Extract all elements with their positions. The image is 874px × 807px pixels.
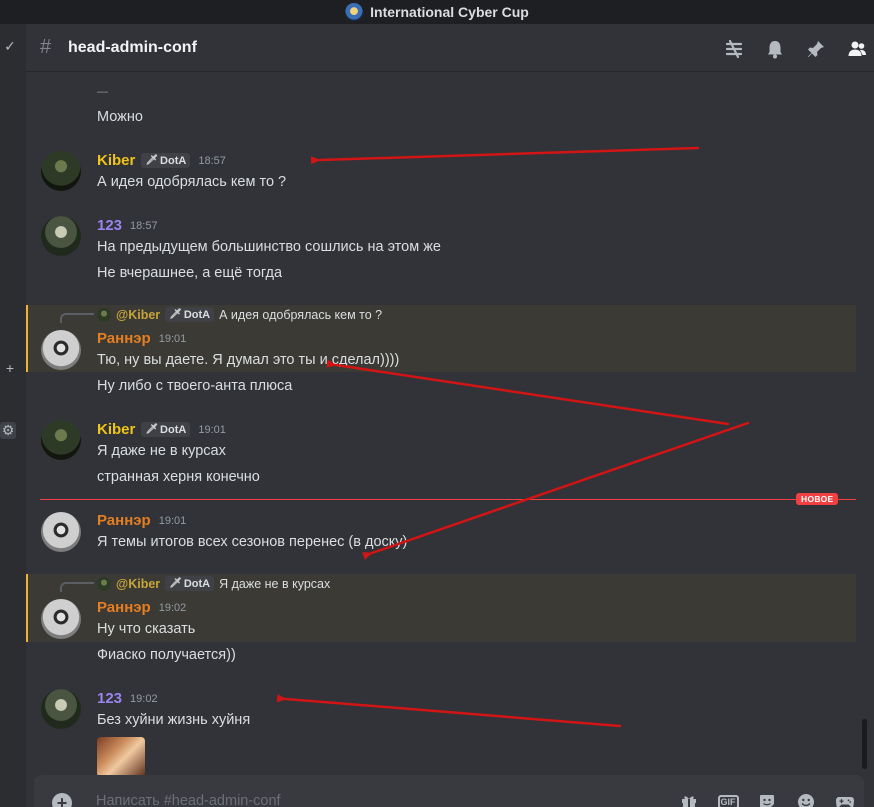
message-text: Без хуйни жизнь хуйня bbox=[97, 712, 251, 728]
add-icon[interactable]: + bbox=[0, 360, 20, 376]
message-input[interactable] bbox=[96, 793, 616, 807]
timestamp: 19:02 bbox=[130, 692, 158, 705]
emoji-icon-svg bbox=[798, 794, 814, 807]
scrollbar-thumb[interactable] bbox=[862, 719, 867, 769]
header-toolbar bbox=[723, 38, 868, 60]
message-header: Раннэр 19:01 bbox=[97, 512, 186, 529]
message-composer: + GIF bbox=[34, 775, 864, 807]
gamepad-icon-svg bbox=[836, 797, 854, 807]
server-title: International Cyber Cup bbox=[370, 4, 529, 20]
message-header: Раннэр 19:01 bbox=[97, 330, 186, 347]
timestamp: 19:02 bbox=[158, 601, 187, 614]
message-header: Kiber 🗡 DotA 18:57 bbox=[97, 152, 226, 169]
add-attachment-icon[interactable]: + bbox=[52, 793, 72, 807]
reply-preview[interactable]: @Kiber 🗡 DotA А идея одобрялась кем то ? bbox=[97, 307, 382, 322]
sticker-icon-svg bbox=[760, 795, 774, 807]
reply-text: А идея одобрялась кем то ? bbox=[219, 307, 383, 322]
sticker-icon[interactable] bbox=[756, 792, 778, 807]
reply-preview[interactable]: @Kiber 🗡 DotA Я даже не в курсах bbox=[97, 576, 330, 591]
timestamp: 18:57 bbox=[198, 154, 226, 167]
chat-area: # head-admin-conf — Можно Kiber � bbox=[26, 24, 874, 807]
timestamp: 19:01 bbox=[158, 514, 187, 527]
author-name[interactable]: Раннэр bbox=[97, 599, 151, 616]
sword-icon: 🗡 bbox=[169, 578, 182, 589]
timestamp: 19:01 bbox=[198, 423, 226, 436]
message-header: 123 19:02 bbox=[97, 690, 158, 707]
avatar[interactable] bbox=[41, 689, 81, 729]
reply-avatar bbox=[97, 576, 111, 591]
gift-icon-svg bbox=[682, 796, 696, 807]
message-header: Kiber 🗡 DotA 19:01 bbox=[97, 421, 226, 438]
message-text: Не вчерашнее, а ещё тогда bbox=[97, 265, 283, 281]
message-text: Я темы итогов всех сезонов перенес (в до… bbox=[97, 534, 408, 550]
role-tag: 🗡 DotA bbox=[165, 307, 215, 322]
new-messages-badge: НОВОЕ bbox=[796, 493, 839, 505]
message-text: Фиаско получается)) bbox=[97, 647, 236, 663]
message-text: Ну либо с твоего-анта плюса bbox=[97, 378, 293, 394]
message-text: Я даже не в курсах bbox=[97, 443, 226, 459]
author-name[interactable]: 123 bbox=[97, 217, 122, 234]
message-text: странная херня конечно bbox=[97, 469, 260, 485]
channel-sidebar: ✓ + ⚙ bbox=[0, 24, 26, 807]
message-text: Тю, ну вы даете. Я думал это ты и сделал… bbox=[97, 352, 400, 368]
avatar[interactable] bbox=[41, 420, 81, 460]
gif-attachment[interactable] bbox=[97, 737, 145, 775]
author-name[interactable]: Kiber bbox=[97, 152, 135, 169]
message-text: На предыдущем большинство сошлись на это… bbox=[97, 239, 441, 255]
composer-toolbar: GIF bbox=[678, 792, 856, 807]
role-tag: 🗡 DotA bbox=[165, 576, 215, 591]
reply-text: Я даже не в курсах bbox=[219, 576, 331, 591]
reply-spine bbox=[60, 582, 94, 592]
avatar[interactable] bbox=[41, 216, 81, 256]
sword-icon: 🗡 bbox=[145, 155, 159, 166]
author-name[interactable]: Раннэр bbox=[97, 512, 151, 529]
sword-icon: 🗡 bbox=[169, 309, 182, 320]
gift-icon[interactable] bbox=[678, 792, 700, 807]
title-bar: International Cyber Cup bbox=[0, 0, 874, 24]
timestamp: 19:01 bbox=[158, 332, 187, 345]
pin-icon[interactable] bbox=[805, 38, 827, 60]
activities-gamepad-icon[interactable] bbox=[834, 792, 856, 807]
hashtag-icon: # bbox=[40, 36, 52, 58]
author-name[interactable]: Kiber bbox=[97, 421, 135, 438]
server-logo-icon bbox=[345, 3, 364, 21]
avatar[interactable] bbox=[41, 330, 81, 370]
author-name[interactable]: 123 bbox=[97, 690, 122, 707]
reply-spine bbox=[60, 313, 94, 323]
avatar[interactable] bbox=[41, 151, 81, 191]
role-tag[interactable]: 🗡 DotA bbox=[141, 422, 191, 437]
clipped-text: — bbox=[97, 86, 108, 98]
new-messages-divider bbox=[40, 499, 856, 500]
message-text: А идея одобрялась кем то ? bbox=[97, 174, 287, 190]
channel-header: # head-admin-conf bbox=[26, 24, 874, 72]
checkmark-icon[interactable]: ✓ bbox=[0, 38, 20, 55]
message-list: — Можно Kiber 🗡 DotA 18:57 А идея одобрял… bbox=[26, 73, 874, 775]
reply-mention[interactable]: @Kiber bbox=[116, 308, 160, 322]
emoji-icon[interactable] bbox=[795, 792, 817, 807]
author-name[interactable]: Раннэр bbox=[97, 330, 151, 347]
member-list-icon[interactable] bbox=[846, 38, 868, 60]
reply-mention[interactable]: @Kiber bbox=[116, 577, 160, 591]
role-tag[interactable]: 🗡 DotA bbox=[141, 153, 191, 168]
message-text: Можно bbox=[97, 109, 143, 125]
reply-avatar bbox=[97, 307, 111, 322]
notification-bell-icon[interactable] bbox=[764, 38, 786, 60]
message-text: Ну что сказать bbox=[97, 621, 196, 637]
settings-gear-icon[interactable]: ⚙ bbox=[0, 422, 16, 439]
channel-name: head-admin-conf bbox=[68, 38, 197, 56]
threads-icon[interactable] bbox=[723, 38, 745, 60]
message-header: 123 18:57 bbox=[97, 217, 158, 234]
timestamp: 18:57 bbox=[130, 219, 158, 232]
avatar[interactable] bbox=[41, 512, 81, 552]
sword-icon: 🗡 bbox=[145, 424, 159, 435]
gif-icon[interactable]: GIF bbox=[717, 792, 739, 807]
message-header: Раннэр 19:02 bbox=[97, 599, 186, 616]
avatar[interactable] bbox=[41, 599, 81, 639]
